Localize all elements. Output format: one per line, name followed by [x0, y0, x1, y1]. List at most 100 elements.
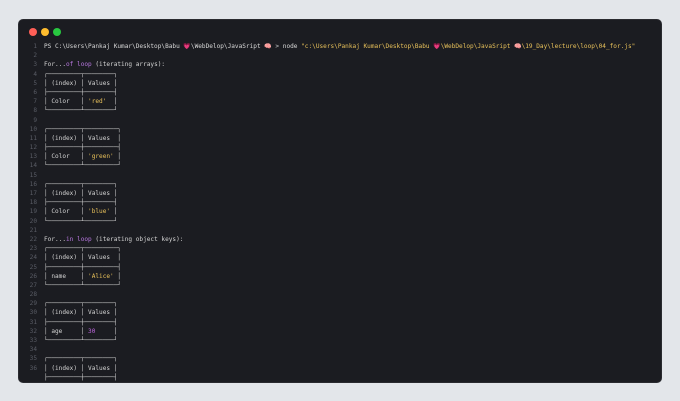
line-number: 12 — [29, 144, 37, 152]
table-border: ┌─────────┬────────┐ — [44, 180, 118, 188]
heading-text: For... — [44, 61, 67, 69]
table-border: ┌─────────┬─────────┐ — [44, 125, 122, 133]
brain-emoji-icon: 🧠 — [514, 43, 522, 50]
line-content: ├─────────┼────────┤ — [44, 88, 117, 97]
table-key: Color — [47, 98, 81, 106]
line-content: ┌─────────┬─────────┐ — [44, 244, 121, 253]
maximize-window-button[interactable] — [53, 28, 61, 36]
table-border: ├─────────┼─────────┤ — [44, 263, 122, 271]
line-content: └─────────┴────────┘ — [44, 106, 117, 115]
line-content: └─────────┴────────┘ — [44, 336, 117, 345]
table-border: ┌─────────┬────────┐ — [44, 300, 118, 308]
table-border: │ — [117, 272, 122, 280]
table-value: 'blue' — [84, 208, 114, 216]
line-number: 7 — [33, 98, 37, 106]
line-content: │ (index) │ Values │ — [44, 79, 117, 88]
minimize-window-button[interactable] — [41, 28, 49, 36]
line-number: 15 — [29, 171, 37, 179]
line-content: │ (index) │ Values │ — [44, 189, 117, 198]
table-border: ├─────────┼─────────┤ — [44, 144, 122, 152]
line-number: 24 — [29, 254, 37, 262]
table-index-header: (index) — [47, 364, 81, 372]
line-number: 33 — [29, 337, 37, 344]
table-value: 30 — [84, 327, 114, 335]
table-border: └─────────┴─────────┘ — [44, 281, 122, 289]
table-key: age — [47, 327, 81, 335]
line-content: └─────────┴────────┘ — [44, 217, 117, 226]
line-content: ┌─────────┬────────┐ — [44, 299, 117, 308]
command-name: node — [282, 43, 298, 50]
table-index-header: (index) — [47, 134, 81, 142]
table-value: 'green' — [84, 153, 118, 161]
line-number: 30 — [29, 309, 37, 317]
line-content: ┌─────────┬─────────┐ — [44, 125, 121, 134]
table-key: name — [47, 272, 81, 280]
line-number: 13 — [29, 153, 37, 161]
line-content: │ age │ 30 │ — [44, 327, 117, 336]
table-border: └─────────┴────────┘ — [44, 217, 118, 225]
table-border: ├─────────┼────────┤ — [44, 199, 118, 207]
line-number: 28 — [29, 291, 37, 299]
table-index-header: (index) — [47, 79, 81, 87]
table-index-header: (index) — [47, 254, 81, 262]
line-content: └─────────┴─────────┘ — [44, 161, 121, 170]
line-content: For...in loop (iterating object keys): — [44, 235, 183, 244]
line-number: 27 — [29, 281, 37, 289]
table-values-header: Values — [84, 364, 114, 372]
table-border: ├─────────┼────────┤ — [44, 88, 118, 96]
line-number: 29 — [29, 300, 37, 308]
line-number: 9 — [33, 116, 37, 124]
command-arg: \WebDelop\JavaSript — [440, 43, 515, 50]
line-number: 31 — [29, 318, 37, 326]
line-content: │ (index) │ Values │ — [44, 253, 121, 262]
table-border: │ — [113, 309, 118, 317]
line-number: 26 — [29, 272, 37, 280]
command-arg: \19_Day\lecture\loop\04_for.js" — [521, 43, 636, 50]
brain-emoji-icon: 🧠 — [264, 43, 272, 50]
table-border: │ — [113, 327, 118, 335]
table-border: │ — [113, 98, 118, 106]
line-content: │ name │ 'Alice' │ — [44, 272, 121, 281]
line-number: 11 — [29, 134, 37, 142]
table-border: └─────────┴────────┘ — [44, 107, 118, 115]
line-content: │ Color │ 'green' │ — [44, 152, 121, 161]
line-content: ├─────────┼────────┤ — [44, 198, 117, 207]
line-content: For...of loop (iterating arrays): — [44, 60, 165, 69]
line-number: 17 — [29, 190, 37, 197]
table-key: Color — [47, 153, 81, 161]
line-number: 1 — [33, 43, 37, 50]
line-content: │ (index) │ Values │ — [44, 308, 117, 317]
table-values-header: Values — [84, 79, 114, 87]
table-value: 'red' — [84, 98, 114, 106]
heart-emoji-icon: 💗 — [433, 43, 441, 50]
table-border: │ — [113, 190, 118, 197]
table-border: ├─────────┼────────┤ — [44, 318, 118, 326]
table-border: │ — [117, 254, 122, 262]
line-content: │ Color │ 'blue' │ — [44, 207, 117, 216]
line-content: ├─────────┼─────────┤ — [44, 143, 121, 152]
table-border: ┌─────────┬────────┐ — [44, 355, 118, 363]
prompt-symbol: > — [271, 43, 280, 50]
line-content: PS C:\Users\Pankaj Kumar\Desktop\Babu 💗\… — [44, 42, 635, 51]
line-content: │ Color │ 'red' │ — [44, 97, 117, 106]
heading-loop: loop — [73, 235, 92, 243]
line-content: │ (index) │ Values │ — [44, 364, 117, 373]
table-border: │ — [113, 208, 118, 216]
line-number: 18 — [29, 199, 37, 207]
line-number: 3 — [33, 61, 37, 69]
table-values-header: Values — [84, 254, 118, 262]
line-number: 5 — [33, 79, 37, 87]
line-number: 2 — [33, 52, 37, 60]
table-border: ├─────────┼────────┤ — [44, 373, 118, 381]
line-content: ┌─────────┬────────┐ — [44, 354, 117, 363]
line-number: 23 — [29, 245, 37, 253]
line-number: 25 — [29, 263, 37, 271]
line-number: 4 — [33, 70, 37, 78]
command-arg: "c:\Users\Pankaj Kumar\Desktop\Babu — [301, 43, 434, 50]
line-content: ┌─────────┬────────┐ — [44, 70, 117, 79]
prompt-path: PS C:\Users\Pankaj Kumar\Desktop\Babu — [44, 43, 184, 50]
line-number: 10 — [29, 125, 37, 133]
table-values-header: Values — [84, 134, 118, 142]
table-border: ┌─────────┬────────┐ — [44, 70, 118, 78]
close-window-button[interactable] — [29, 28, 37, 36]
